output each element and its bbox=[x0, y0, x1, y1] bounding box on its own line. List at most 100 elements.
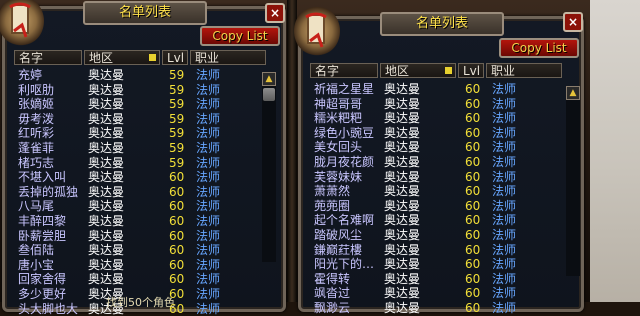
player-row[interactable]: 美女回头奥达曼60法师 bbox=[310, 140, 560, 155]
player-name: 萧萧然 bbox=[314, 184, 350, 198]
player-name: 霍得转 bbox=[314, 272, 350, 286]
player-row[interactable]: 神超哥哥奥达曼60法师 bbox=[310, 97, 560, 112]
player-zone: 奥达曼 bbox=[384, 126, 420, 140]
player-level: 60 bbox=[169, 272, 184, 286]
header-level[interactable]: Lvl bbox=[458, 63, 484, 78]
player-row[interactable]: 祈福之星星奥达曼60法师 bbox=[310, 82, 560, 97]
header-zone-label: 地区 bbox=[89, 51, 113, 65]
player-name: 楮巧志 bbox=[18, 156, 54, 170]
player-level: 59 bbox=[169, 83, 184, 97]
player-level: 60 bbox=[169, 185, 184, 199]
player-row[interactable]: 绿色小豌豆奥达曼60法师 bbox=[310, 126, 560, 141]
player-row[interactable]: 叁佰陆奥达曼60法师 bbox=[14, 243, 262, 258]
player-zone: 奥达曼 bbox=[88, 112, 124, 126]
player-name: 神超哥哥 bbox=[314, 97, 362, 111]
header-level[interactable]: Lvl bbox=[162, 50, 188, 65]
scroll-up-icon[interactable]: ▲ bbox=[566, 86, 580, 100]
player-class: 法师 bbox=[492, 243, 516, 257]
player-row[interactable]: 丰醉四黎奥达曼60法师 bbox=[14, 214, 262, 229]
player-class: 法师 bbox=[492, 97, 516, 111]
player-zone: 奥达曼 bbox=[88, 170, 124, 184]
player-level: 59 bbox=[169, 68, 184, 82]
player-row[interactable]: 卧薪尝胆奥达曼60法师 bbox=[14, 229, 262, 244]
player-name: 祈福之星星 bbox=[314, 82, 374, 96]
player-row[interactable]: 萧萧然奥达曼60法师 bbox=[310, 184, 560, 199]
player-level: 60 bbox=[465, 213, 480, 227]
header-name[interactable]: 名字 bbox=[310, 63, 378, 78]
player-level: 60 bbox=[465, 199, 480, 213]
scroll-up-icon[interactable]: ▲ bbox=[262, 72, 276, 86]
header-name[interactable]: 名字 bbox=[14, 50, 82, 65]
player-class: 法师 bbox=[196, 156, 220, 170]
player-name: 绿色小豌豆 bbox=[314, 126, 374, 140]
player-row[interactable]: 唐小宝奥达曼60法师 bbox=[14, 258, 262, 273]
close-button[interactable]: × bbox=[563, 12, 583, 32]
player-name: 鎌巅荭樓 bbox=[314, 243, 362, 257]
player-zone: 奥达曼 bbox=[88, 156, 124, 170]
scrollbar[interactable]: ▲ bbox=[262, 72, 276, 262]
header-zone-dropdown[interactable]: 地区 bbox=[380, 63, 456, 78]
player-name: 充婷 bbox=[18, 68, 42, 82]
player-row[interactable]: 充婷 奥达曼 59 法师 bbox=[14, 68, 262, 83]
column-headers: 名字 地区 Lvl 职业 bbox=[14, 50, 262, 67]
player-row[interactable]: 胧月夜花颜奥达曼60法师 bbox=[310, 155, 560, 170]
player-level: 60 bbox=[465, 184, 480, 198]
player-name: 毋考泼 bbox=[18, 112, 54, 126]
player-row[interactable]: 红听彩奥达曼59法师 bbox=[14, 126, 262, 141]
player-zone: 奥达曼 bbox=[384, 228, 420, 242]
player-row[interactable]: 飒沓过奥达曼60法师 bbox=[310, 286, 560, 301]
player-level: 59 bbox=[169, 141, 184, 155]
player-zone: 奥达曼 bbox=[384, 272, 420, 286]
scrollbar[interactable]: ▲ bbox=[566, 86, 580, 276]
player-zone: 奥达曼 bbox=[88, 199, 124, 213]
player-zone: 奥达曼 bbox=[88, 185, 124, 199]
player-row[interactable]: 飘渺云奥达曼60法师 bbox=[310, 301, 560, 316]
player-zone: 奥达曼 bbox=[384, 97, 420, 111]
player-row[interactable]: 阳光下的…奥达曼60法师 bbox=[310, 257, 560, 272]
player-row[interactable]: 八马尾奥达曼60法师 bbox=[14, 199, 262, 214]
header-class[interactable]: 职业 bbox=[486, 63, 562, 78]
header-zone-label: 地区 bbox=[385, 64, 409, 78]
header-class[interactable]: 职业 bbox=[190, 50, 266, 65]
close-button[interactable]: × bbox=[265, 3, 285, 23]
player-name: 踏破风尘 bbox=[314, 228, 362, 242]
player-zone: 奥达曼 bbox=[88, 258, 124, 272]
player-row[interactable]: 蓬雀菲奥达曼59法师 bbox=[14, 141, 262, 156]
player-row[interactable]: 利呕肋奥达曼59法师 bbox=[14, 83, 262, 98]
scroll-thumb[interactable] bbox=[263, 88, 275, 101]
copy-list-button[interactable]: Copy List bbox=[200, 26, 280, 46]
player-level: 60 bbox=[465, 111, 480, 125]
player-row[interactable]: 踏破风尘奥达曼60法师 bbox=[310, 228, 560, 243]
player-level: 59 bbox=[169, 97, 184, 111]
player-zone: 奥达曼 bbox=[88, 126, 124, 140]
results-count: 找到50个角色 bbox=[106, 294, 175, 310]
player-row[interactable]: 毋考泼奥达曼59法师 bbox=[14, 112, 262, 127]
player-class: 法师 bbox=[492, 126, 516, 140]
player-class: 法师 bbox=[492, 272, 516, 286]
copy-list-button[interactable]: Copy List bbox=[499, 38, 579, 58]
player-name: 卧薪尝胆 bbox=[18, 229, 66, 243]
player-row[interactable]: 丢掉的孤独奥达曼60法师 bbox=[14, 185, 262, 200]
header-zone-dropdown[interactable]: 地区 bbox=[84, 50, 160, 65]
player-row[interactable]: 楮巧志奥达曼59法师 bbox=[14, 156, 262, 171]
player-class: 法师 bbox=[196, 214, 220, 228]
player-row[interactable]: 蔸蔸圈奥达曼60法师 bbox=[310, 199, 560, 214]
player-name: 飒沓过 bbox=[314, 286, 350, 300]
player-zone: 奥达曼 bbox=[88, 229, 124, 243]
player-zone: 奥达曼 bbox=[88, 68, 124, 82]
player-row[interactable]: 不堪入叫奥达曼60法师 bbox=[14, 170, 262, 185]
player-row[interactable]: 鎌巅荭樓奥达曼60法师 bbox=[310, 243, 560, 258]
player-row[interactable]: 回家舍得奥达曼60法师 bbox=[14, 272, 262, 287]
player-class: 法师 bbox=[196, 141, 220, 155]
player-level: 59 bbox=[169, 126, 184, 140]
player-row[interactable]: 张嫡姬奥达曼59法师 bbox=[14, 97, 262, 112]
player-row[interactable]: 起个名难啊奥达曼60法师 bbox=[310, 213, 560, 228]
player-class: 法师 bbox=[196, 68, 220, 82]
player-row[interactable]: 芙蓉妹妹奥达曼60法师 bbox=[310, 170, 560, 185]
player-row[interactable]: 糯米粑粑奥达曼60法师 bbox=[310, 111, 560, 126]
player-level: 60 bbox=[169, 214, 184, 228]
player-row[interactable]: 霍得转奥达曼60法师 bbox=[310, 272, 560, 287]
scroll-emblem-icon bbox=[294, 6, 340, 56]
player-name: 美女回头 bbox=[314, 140, 362, 154]
player-level: 60 bbox=[169, 258, 184, 272]
